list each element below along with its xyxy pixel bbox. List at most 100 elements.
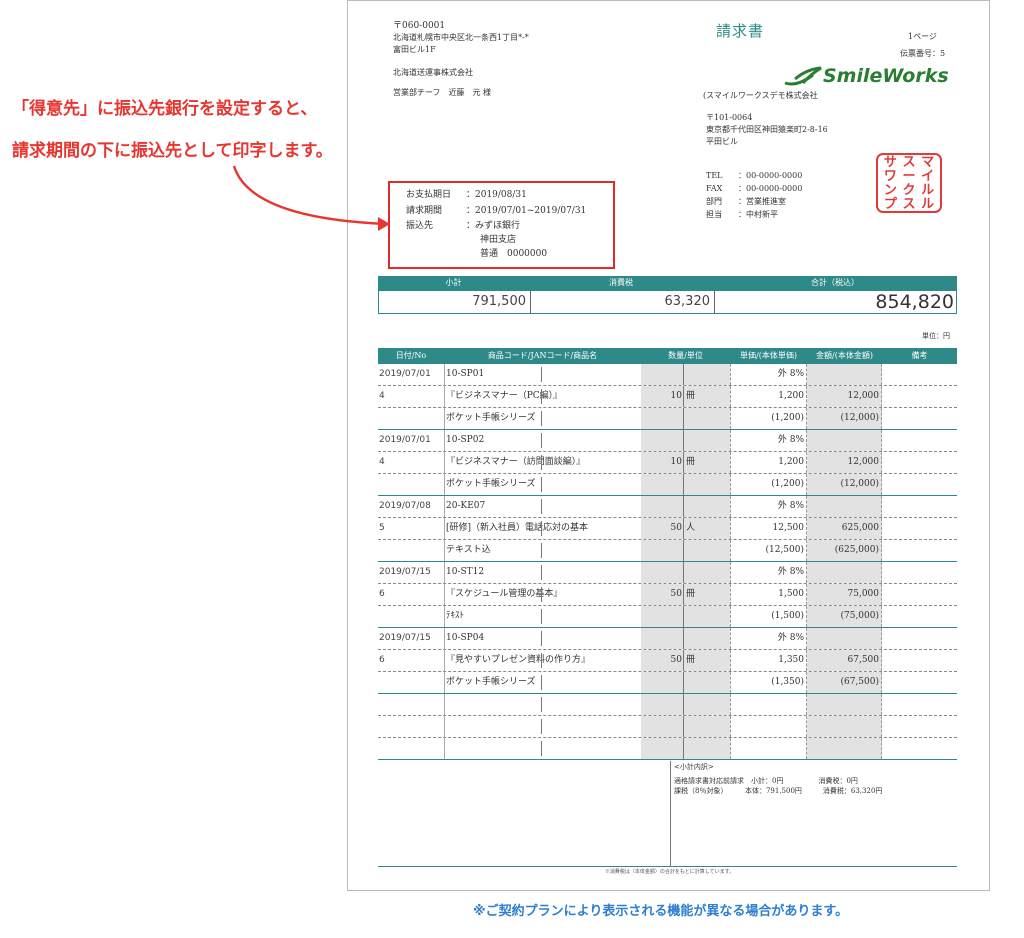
- row-qty-unit: 人: [686, 523, 696, 533]
- row-qty-unit: [684, 606, 730, 627]
- stamp-char: プ: [883, 197, 897, 212]
- summary-header-tax: 消費税: [609, 278, 633, 287]
- table-row: ポケット手帳シリーズ (1,200) (12,000): [378, 474, 957, 496]
- row-quantity: [641, 716, 730, 737]
- row-unit-price: 1,200: [730, 386, 807, 407]
- row-note: [882, 606, 957, 627]
- row-item-name: 10-ST12: [444, 562, 641, 583]
- row-amount: [807, 496, 882, 517]
- document-title: 請求書: [716, 22, 765, 40]
- row-date: [378, 672, 444, 693]
- row-amount: [807, 738, 882, 759]
- cell-divider: [541, 477, 542, 492]
- amount-summary: 小計 消費税 合計（税込） 791,500 63,320 854,820: [378, 276, 957, 314]
- row-amount: 75,000: [807, 584, 882, 605]
- table-row: 2019/07/15 10-ST12 外 8%: [378, 562, 957, 584]
- row-amount: (75,000): [807, 606, 882, 627]
- stamp-char: ス: [902, 197, 916, 212]
- cell-divider: [541, 631, 542, 646]
- summary-tax: 63,320: [530, 291, 714, 313]
- row-item-name: 10-SP04: [444, 628, 641, 649]
- row-qty-unit: [684, 716, 730, 737]
- row-qty-unit: [684, 408, 730, 429]
- staff-label: 担当: [706, 210, 722, 219]
- row-item-name: [444, 716, 641, 737]
- bank-value: ：みずほ銀行: [466, 221, 521, 231]
- row-date: 4: [379, 391, 385, 401]
- table-row: [378, 716, 957, 738]
- row-qty-unit: [684, 672, 730, 693]
- row-amount: [807, 716, 882, 737]
- invoice-sheet: 〒060-0001 北海道札幌市中央区北一条西1丁目*-* 富田ビル1F 北海道…: [347, 0, 990, 891]
- row-amount: 12,000: [807, 386, 882, 407]
- cell-divider: [541, 675, 542, 690]
- row-qty-value: [641, 408, 684, 429]
- row-quantity: [641, 496, 730, 517]
- currency-unit: 単位：円: [922, 332, 950, 340]
- row-item-name: テキスト込: [444, 540, 641, 561]
- row-quantity: [641, 606, 730, 627]
- row-item-name: 10-SP01: [444, 364, 641, 385]
- table-header: 日付/No 商品コード/JANコード/商品名 数量/単位 単価/(本体単価) 金…: [378, 348, 957, 364]
- period-label: 請求期間: [406, 206, 443, 216]
- row-note: [882, 474, 957, 495]
- row-qty-unit: [684, 738, 730, 759]
- row-quantity: 50 冊: [641, 650, 730, 671]
- row-amount: 67,500: [807, 650, 882, 671]
- row-qty-unit: [684, 496, 730, 517]
- table-row: 6 『見やすいプレゼン資料の作り方』 50 冊 1,350 67,500: [378, 650, 957, 672]
- row-amount: [807, 628, 882, 649]
- summary-header-subtotal: 小計: [445, 278, 462, 287]
- row-date: [378, 694, 444, 715]
- summary-header-total: 合計（税込）: [811, 278, 859, 287]
- row-qty-unit: [684, 694, 730, 715]
- row-date: 2019/07/01: [379, 435, 431, 445]
- row-amount: (625,000): [807, 540, 882, 561]
- row-unit-price: 1,350: [730, 650, 807, 671]
- breakdown-line-2: 課税（8％対象） 本体：791,500円 消費税：63,320円: [674, 787, 883, 795]
- row-quantity: 50 冊: [641, 584, 730, 605]
- dept-value: ：営業推進室: [738, 197, 786, 206]
- stamp-char: ー: [902, 169, 916, 184]
- row-item-name: ポケット手帳シリーズ: [444, 672, 641, 693]
- stamp-char: マ: [921, 155, 935, 170]
- row-quantity: [641, 408, 730, 429]
- row-quantity: [641, 672, 730, 693]
- cell-divider: [541, 609, 542, 624]
- tax-calculation-note: ※消費税は（本体金額）の合計をもとに計算しています。: [604, 869, 735, 875]
- table-row: ポケット手帳シリーズ (1,200) (12,000): [378, 408, 957, 430]
- row-date: 2019/07/01: [379, 369, 431, 379]
- row-date: [378, 738, 444, 759]
- row-qty-value: [641, 606, 684, 627]
- table-body: 2019/07/01 10-SP01 外 8% 4 『ビジネスマナー（PC編）』 10 冊 1…: [378, 364, 957, 760]
- row-qty-value: [641, 430, 684, 451]
- fax-value: ：00-0000-0000: [738, 184, 803, 193]
- stamp-char: ワ: [883, 169, 897, 184]
- row-unit-price: 1,200: [730, 452, 807, 473]
- row-note: [882, 518, 957, 539]
- row-qty-value: [641, 738, 684, 759]
- row-note: [882, 628, 957, 649]
- cell-divider: [541, 389, 542, 404]
- summary-total: 854,820: [714, 291, 958, 313]
- row-quantity: 10 冊: [641, 452, 730, 473]
- th-price: 単価/(本体単価): [740, 351, 797, 360]
- row-amount: 625,000: [807, 518, 882, 539]
- cell-divider: [541, 499, 542, 514]
- issuer-company: (スマイルワークスデモ株式会社: [703, 91, 818, 100]
- cell-divider: [541, 697, 542, 712]
- row-qty-unit: 冊: [686, 589, 696, 599]
- row-unit-price: [730, 716, 807, 737]
- row-date: 6: [379, 655, 385, 665]
- row-date: [378, 474, 444, 495]
- row-date: [378, 606, 444, 627]
- annotation-line-1: 「得意先」に振込先銀行を設定すると、: [12, 99, 318, 119]
- row-note: [882, 452, 957, 473]
- logo-swoosh-icon: [784, 66, 822, 86]
- row-quantity: 50 人: [641, 518, 730, 539]
- due-value: ：2019/08/31: [466, 190, 527, 200]
- row-date: [378, 408, 444, 429]
- row-unit-price: 12,500: [730, 518, 807, 539]
- row-qty-value: [641, 628, 684, 649]
- row-date: 4: [379, 457, 385, 467]
